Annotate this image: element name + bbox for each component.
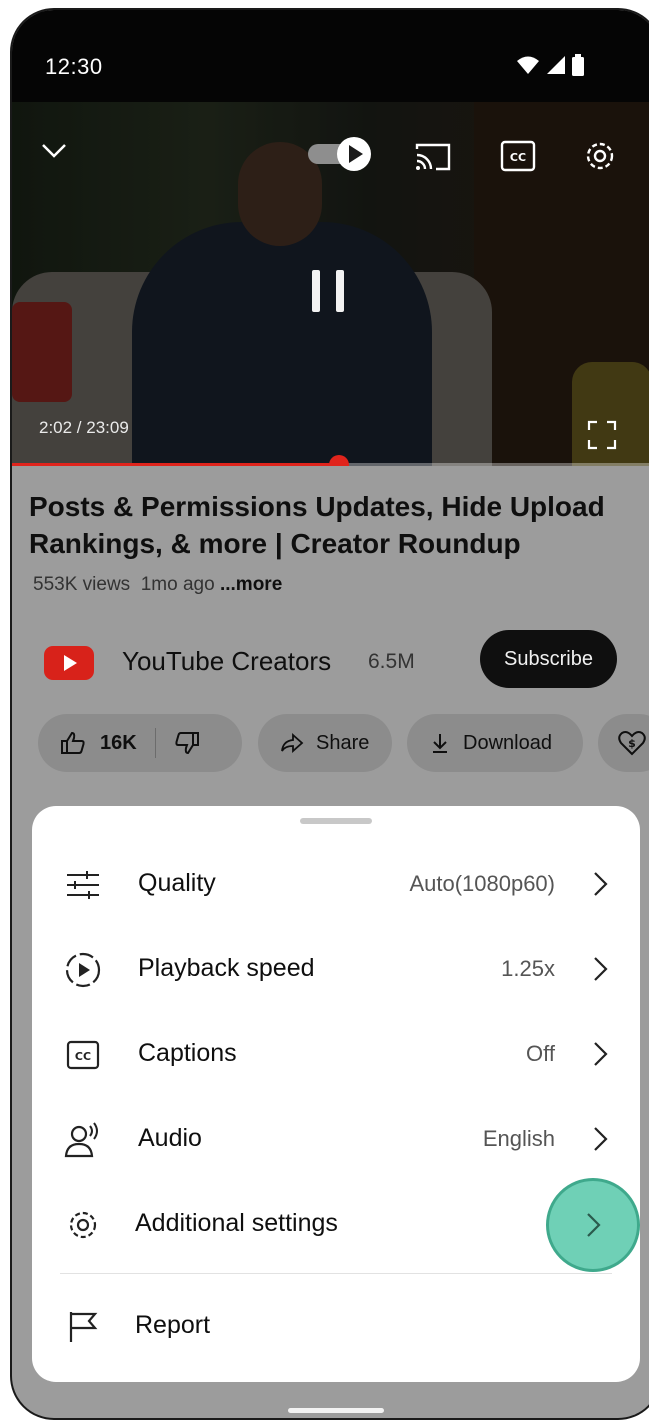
captions-label: Captions [138, 1039, 237, 1067]
gear-icon[interactable] [582, 138, 618, 174]
chevron-right-icon [594, 1127, 608, 1151]
audio-label: Audio [138, 1124, 202, 1152]
sheet-handle[interactable] [300, 818, 372, 824]
cast-icon[interactable] [414, 142, 452, 172]
thanks-button[interactable]: $ [598, 714, 649, 772]
settings-row-playback-speed[interactable]: Playback speed 1.25x [32, 927, 640, 1012]
quality-value: Auto(1080p60) [409, 871, 555, 896]
autoplay-toggle[interactable] [308, 136, 374, 177]
wifi-icon [517, 56, 539, 74]
settings-row-audio[interactable]: Audio English [32, 1097, 640, 1182]
audio-track-icon [64, 1121, 102, 1159]
heart-dollar-icon: $ [618, 731, 646, 756]
playback-speed-value: 1.25x [501, 956, 555, 981]
gear-icon [64, 1206, 102, 1244]
chevron-right-icon [594, 1042, 608, 1066]
channel-name[interactable]: YouTube Creators [122, 646, 331, 677]
playback-speed-label: Playback speed [138, 954, 315, 982]
cellular-icon [547, 56, 565, 74]
svg-text:CC: CC [510, 151, 526, 164]
status-time: 12:30 [45, 54, 103, 79]
video-title[interactable]: Posts & Permissions Updates, Hide Upload… [29, 488, 639, 562]
svg-text:CC: CC [75, 1050, 91, 1063]
more-link[interactable]: ...more [220, 574, 282, 595]
svg-text:$: $ [628, 737, 636, 750]
share-button[interactable]: Share [258, 714, 392, 772]
download-button[interactable]: Download [407, 714, 583, 772]
download-icon [433, 734, 447, 753]
video-meta[interactable]: 553K views 1mo ago ...more [33, 574, 282, 596]
status-bar: 12:30 [12, 10, 649, 102]
dislike-button[interactable] [174, 731, 200, 755]
home-indicator[interactable] [288, 1408, 384, 1413]
flag-icon [64, 1308, 102, 1346]
view-count: 553K views [33, 574, 131, 595]
sliders-icon [64, 866, 102, 904]
video-time: 2:02 / 23:09 [39, 418, 129, 437]
sheet-divider [60, 1273, 612, 1274]
thumbs-up-icon [61, 731, 85, 754]
like-separator [154, 728, 156, 758]
share-icon [281, 733, 304, 753]
settings-row-quality[interactable]: Quality Auto(1080p60) [32, 842, 640, 927]
chevron-down-icon[interactable] [40, 142, 68, 160]
like-count: 16K [100, 731, 137, 754]
progress-fill [12, 463, 339, 466]
additional-settings-label: Additional settings [135, 1209, 338, 1237]
settings-row-captions[interactable]: CC Captions Off [32, 1012, 640, 1097]
report-label: Report [135, 1311, 211, 1339]
settings-sheet: Quality Auto(1080p60) Playback speed 1.2… [32, 806, 640, 1382]
settings-row-report[interactable]: Report [32, 1284, 640, 1369]
video-player[interactable]: CC 2:02 / 23:09 [12, 102, 649, 466]
quality-label: Quality [138, 869, 216, 897]
cc-icon: CC [64, 1036, 102, 1074]
share-label: Share [316, 731, 370, 754]
pause-icon[interactable] [312, 270, 344, 312]
phone-frame: 12:30 CC 2:02 / 23:09 Posts & Permission… [10, 8, 649, 1420]
cc-icon[interactable]: CC [500, 140, 536, 172]
subscriber-count: 6.5M [368, 650, 415, 673]
settings-row-additional[interactable]: Additional settings [32, 1182, 640, 1267]
upload-age: 1mo ago [140, 574, 215, 595]
like-button[interactable]: 16K [60, 731, 137, 755]
captions-value: Off [526, 1041, 555, 1066]
subscribe-button[interactable]: Subscribe [480, 630, 617, 688]
download-label: Download [463, 731, 552, 754]
channel-avatar[interactable] [44, 646, 94, 680]
fullscreen-icon[interactable] [587, 420, 617, 450]
audio-value: English [482, 1126, 555, 1151]
chevron-right-icon [594, 872, 608, 896]
battery-icon [572, 54, 584, 76]
thumbs-down-icon [175, 732, 199, 755]
system-icons [516, 54, 584, 76]
playback-speed-icon [64, 951, 102, 989]
like-dislike-pill: 16K [38, 714, 242, 772]
chevron-right-icon [594, 957, 608, 981]
